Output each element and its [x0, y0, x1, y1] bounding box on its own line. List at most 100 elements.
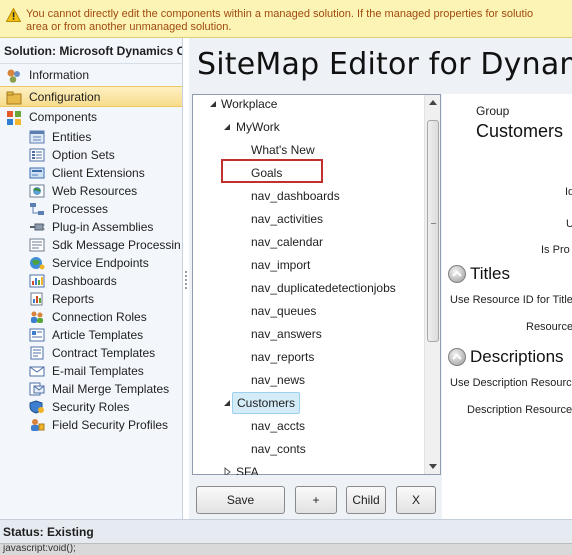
tree-scrollbar[interactable] — [424, 95, 440, 474]
remove-button[interactable]: X — [396, 486, 436, 514]
nav-item-configuration[interactable]: Configuration — [0, 86, 182, 107]
is-profile-field-label: Is Pro — [541, 244, 570, 256]
plug-in-assemblies-icon — [30, 223, 45, 231]
component-sdk-message-processing[interactable]: Sdk Message Processin... — [0, 236, 182, 254]
component-label: Web Resources — [52, 184, 138, 198]
configuration-icon — [6, 91, 22, 105]
component-label: Contract Templates — [52, 346, 156, 360]
component-label: Option Sets — [52, 148, 115, 162]
id-field-label: Id — [565, 186, 572, 198]
tree-node-nav-calendar[interactable]: nav_calendar — [193, 231, 423, 253]
browser-status-strip: javascript:void(); — [0, 543, 572, 555]
tree-node-whats-new[interactable]: What's New — [193, 139, 423, 161]
component-plug-in-assemblies[interactable]: Plug-in Assemblies — [0, 218, 182, 236]
component-security-roles[interactable]: Security Roles — [0, 398, 182, 416]
component-label: Article Templates — [52, 328, 144, 342]
nav-item-components[interactable]: Components — [0, 107, 182, 128]
warning-message: You cannot directly edit the components … — [26, 8, 572, 34]
reports-icon — [30, 292, 43, 306]
nav-item-information[interactable]: Information — [0, 65, 182, 86]
connection-roles-icon — [31, 311, 43, 323]
scroll-down-icon[interactable] — [425, 458, 441, 474]
collapsed-arrow-icon[interactable] — [222, 467, 232, 475]
tree-node-label: nav_duplicatedetectionjobs — [251, 281, 396, 295]
tree-node-customers[interactable]: Customers — [193, 392, 423, 414]
component-mail-merge-templates[interactable]: Mail Merge Templates — [0, 380, 182, 398]
tree-node-nav-answers[interactable]: nav_answers — [193, 323, 423, 345]
contract-templates-icon — [30, 346, 44, 360]
tree-node-workplace[interactable]: Workplace — [193, 93, 423, 115]
solution-navigation: Solution: Microsoft Dynamics C... Inform… — [0, 38, 183, 519]
component-label: Security Roles — [52, 400, 130, 414]
component-email-templates[interactable]: E-mail Templates — [0, 362, 182, 380]
expanded-arrow-icon[interactable] — [222, 398, 232, 408]
tree-node-label: nav_activities — [251, 212, 324, 226]
use-description-resource-label: Use Description Resource — [450, 377, 572, 389]
component-label: Connection Roles — [52, 310, 147, 324]
field-security-profiles-icon — [31, 419, 45, 431]
tree-node-nav-activities[interactable]: nav_activities — [193, 208, 423, 230]
tree-node-nav-accts[interactable]: nav_accts — [193, 415, 423, 437]
component-connection-roles[interactable]: Connection Roles — [0, 308, 182, 326]
tree-node-nav-conts[interactable]: nav_conts — [193, 438, 423, 460]
information-icon — [7, 69, 20, 83]
url-field-label: U — [566, 218, 572, 230]
component-reports[interactable]: Reports — [0, 290, 182, 308]
warning-line-1: You cannot directly edit the components … — [26, 8, 534, 20]
expanded-arrow-icon[interactable] — [222, 122, 232, 132]
tree-node-mywork[interactable]: MyWork — [193, 116, 423, 138]
component-label: Client Extensions — [52, 166, 145, 180]
tree-node-nav-news[interactable]: nav_news — [193, 369, 423, 391]
browser-status-text: javascript:void(); — [3, 543, 76, 554]
collapse-section-icon[interactable] — [448, 265, 466, 283]
tree-node-nav-dashboards[interactable]: nav_dashboards — [193, 185, 423, 207]
sdk-message-processing-icon — [29, 238, 45, 252]
component-web-resources[interactable]: Web Resources — [0, 182, 182, 200]
tree-node-label: nav_reports — [251, 350, 315, 364]
component-label: Sdk Message Processin... — [52, 238, 180, 252]
tree-node-nav-import[interactable]: nav_import — [193, 254, 423, 276]
web-resources-icon — [29, 184, 45, 198]
expanded-arrow-icon[interactable] — [208, 99, 218, 109]
component-processes[interactable]: Processes — [0, 200, 182, 218]
tree-node-label: nav_dashboards — [251, 189, 340, 203]
status-text: Status: Existing — [3, 525, 94, 539]
section-title: Descriptions — [470, 347, 564, 366]
component-entities[interactable]: Entities — [0, 128, 182, 146]
tree-node-nav-reports[interactable]: nav_reports — [193, 346, 423, 368]
add-button[interactable]: + — [295, 486, 337, 514]
component-article-templates[interactable]: Article Templates — [0, 326, 182, 344]
tree-node-sfa[interactable]: SFA — [193, 461, 423, 475]
component-label: Service Endpoints — [52, 256, 149, 270]
scroll-thumb[interactable] — [427, 120, 439, 342]
security-roles-icon — [29, 400, 44, 414]
collapse-section-icon[interactable] — [448, 348, 466, 366]
resource-label: Resource — [526, 321, 572, 333]
component-client-extensions[interactable]: Client Extensions — [0, 164, 182, 182]
page-title: SiteMap Editor for Dynam — [197, 47, 572, 82]
tree-node-label: nav_news — [251, 373, 306, 387]
article-templates-icon — [29, 328, 45, 342]
use-resource-id-title-label: Use Resource ID for Title — [450, 294, 572, 306]
mail-merge-templates-icon — [29, 382, 45, 396]
service-endpoints-icon — [30, 257, 45, 270]
add-child-button[interactable]: Child — [346, 486, 386, 514]
tree-node-nav-queues[interactable]: nav_queues — [193, 300, 423, 322]
component-contract-templates[interactable]: Contract Templates — [0, 344, 182, 362]
save-button[interactable]: Save — [196, 486, 285, 514]
group-value: Customers — [476, 121, 564, 141]
nav-splitter-grip[interactable] — [184, 270, 188, 290]
scroll-up-icon[interactable] — [425, 95, 441, 111]
component-field-security-profiles[interactable]: Field Security Profiles — [0, 416, 182, 434]
dashboards-icon — [29, 274, 45, 288]
managed-solution-warning-bar: You cannot directly edit the components … — [0, 0, 572, 38]
component-label: Reports — [52, 292, 95, 306]
tree-node-nav-duplicatedetectionjobs[interactable]: nav_duplicatedetectionjobs — [193, 277, 423, 299]
warning-line-2: area or from another unmanaged solution. — [26, 21, 232, 33]
component-option-sets[interactable]: Option Sets — [0, 146, 182, 164]
component-service-endpoints[interactable]: Service Endpoints — [0, 254, 182, 272]
properties-panel: Group Customers Id U Is Pro Titles Use R… — [442, 94, 572, 519]
entities-icon — [29, 130, 45, 144]
component-dashboards[interactable]: Dashboards — [0, 272, 182, 290]
section-title: Titles — [470, 264, 510, 283]
